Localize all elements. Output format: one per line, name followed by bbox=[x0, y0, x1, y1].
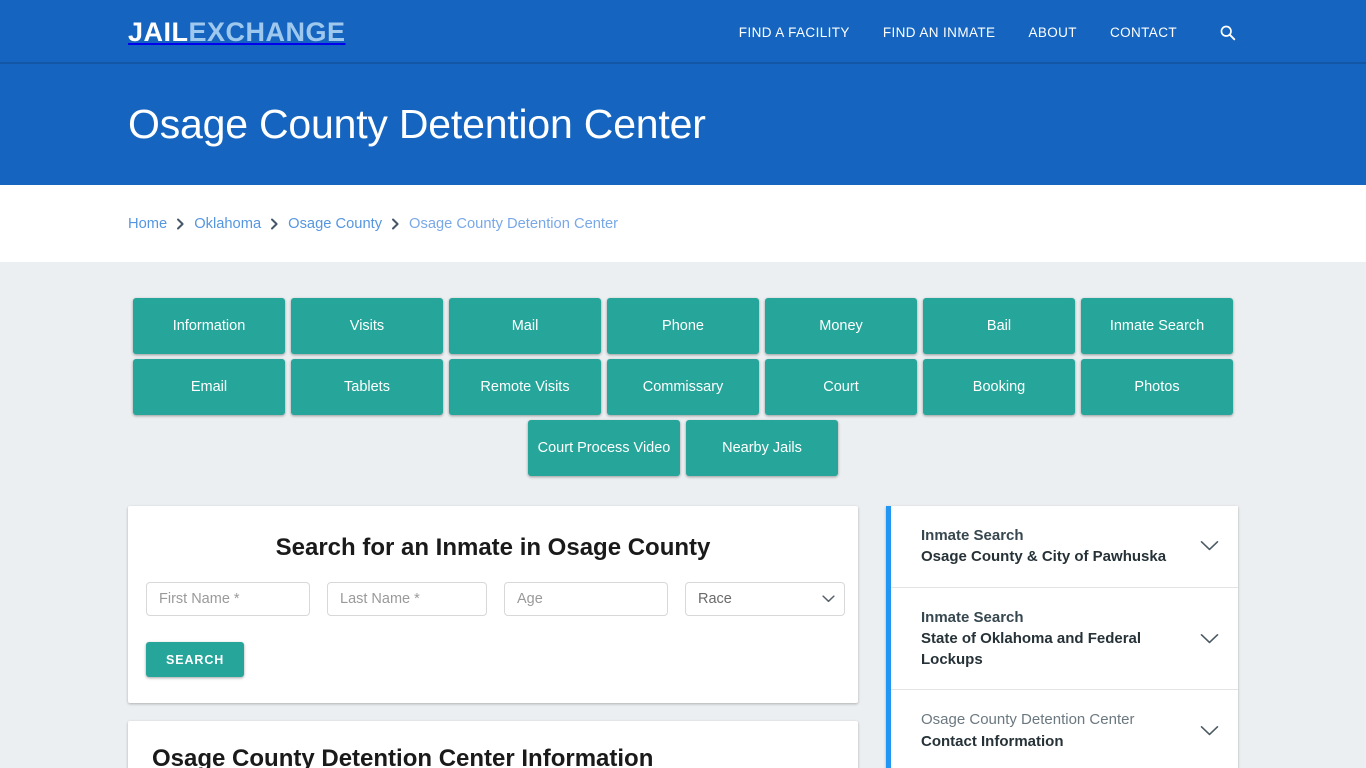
search-button[interactable]: SEARCH bbox=[146, 642, 245, 677]
inmate-search-form: Race bbox=[146, 582, 845, 616]
breadcrumb-item-home[interactable]: Home bbox=[128, 216, 167, 232]
breadcrumb-band: Home Oklahoma Osage County Osage County … bbox=[0, 185, 1366, 262]
tile-commissary[interactable]: Commissary bbox=[607, 359, 759, 415]
accordion-item-text: Osage County Detention Center Contact In… bbox=[921, 709, 1188, 752]
nav-item-contact[interactable]: CONTACT bbox=[1110, 25, 1177, 40]
tile-inmate-search[interactable]: Inmate Search bbox=[1081, 298, 1233, 354]
facility-information-card: Osage County Detention Center Informatio… bbox=[128, 721, 858, 768]
chevron-down-icon[interactable] bbox=[1198, 720, 1220, 742]
tile-email[interactable]: Email bbox=[133, 359, 285, 415]
sidebar-accordion: Inmate Search Osage County & City of Paw… bbox=[886, 506, 1238, 768]
tile-photos[interactable]: Photos bbox=[1081, 359, 1233, 415]
tile-court[interactable]: Court bbox=[765, 359, 917, 415]
race-select-wrapper: Race bbox=[685, 582, 845, 616]
tile-bail[interactable]: Bail bbox=[923, 298, 1075, 354]
nav-item-about[interactable]: ABOUT bbox=[1028, 25, 1077, 40]
breadcrumb-item-current: Osage County Detention Center bbox=[409, 215, 619, 232]
accordion-item-subtitle: Osage County & City of Pawhuska bbox=[921, 548, 1167, 566]
inmate-search-heading: Search for an Inmate in Osage County bbox=[275, 534, 711, 561]
site-logo[interactable]: JAILEXCHANGE bbox=[128, 16, 346, 47]
chevron-down-icon[interactable] bbox=[1198, 535, 1220, 557]
page-title-band: Osage County Detention Center bbox=[0, 64, 1366, 185]
left-column: Search for an Inmate in Osage County Rac… bbox=[128, 506, 858, 768]
tile-phone[interactable]: Phone bbox=[607, 298, 759, 354]
tile-court-process-video[interactable]: Court Process Video bbox=[528, 420, 680, 476]
tile-nearby-jails[interactable]: Nearby Jails bbox=[686, 420, 838, 476]
tile-mail[interactable]: Mail bbox=[449, 298, 601, 354]
chevron-right-icon bbox=[176, 218, 185, 230]
accordion-item-title: Osage County Detention Center bbox=[921, 711, 1135, 729]
chevron-down-icon[interactable] bbox=[1198, 628, 1220, 650]
accordion-item-title: Inmate Search bbox=[921, 608, 1024, 626]
main-content: Information Visits Mail Phone Money Bail… bbox=[0, 262, 1366, 768]
chevron-right-icon bbox=[270, 218, 279, 230]
accordion-item-contact-information[interactable]: Osage County Detention Center Contact In… bbox=[891, 690, 1238, 768]
inmate-search-card: Search for an Inmate in Osage County Rac… bbox=[128, 506, 858, 703]
age-input[interactable] bbox=[504, 582, 668, 616]
tile-visits[interactable]: Visits bbox=[291, 298, 443, 354]
page-title: Osage County Detention Center bbox=[128, 100, 706, 147]
chevron-right-icon bbox=[391, 218, 400, 230]
logo-text-secondary: EXCHANGE bbox=[188, 16, 346, 47]
search-icon[interactable] bbox=[1216, 21, 1238, 43]
nav-item-find-a-facility[interactable]: FIND A FACILITY bbox=[739, 25, 850, 40]
accordion-item-inmate-search-county[interactable]: Inmate Search Osage County & City of Paw… bbox=[891, 506, 1238, 588]
tile-information[interactable]: Information bbox=[133, 298, 285, 354]
right-column: Inmate Search Osage County & City of Paw… bbox=[886, 506, 1238, 768]
content-columns: Search for an Inmate in Osage County Rac… bbox=[128, 506, 1238, 768]
accordion-item-text: Inmate Search Osage County & City of Paw… bbox=[921, 525, 1188, 568]
facility-section-tiles: Information Visits Mail Phone Money Bail… bbox=[128, 298, 1238, 476]
accordion-item-title: Inmate Search bbox=[921, 527, 1024, 544]
first-name-input[interactable] bbox=[146, 582, 310, 616]
nav-item-find-an-inmate[interactable]: FIND AN INMATE bbox=[883, 25, 996, 40]
last-name-input[interactable] bbox=[327, 582, 487, 616]
tile-money[interactable]: Money bbox=[765, 298, 917, 354]
breadcrumb-item-oklahoma[interactable]: Oklahoma bbox=[194, 216, 261, 232]
accordion-item-subtitle: State of Oklahoma and Federal Lockups bbox=[921, 629, 1142, 669]
tile-tablets[interactable]: Tablets bbox=[291, 359, 443, 415]
accordion-item-text: Inmate Search State of Oklahoma and Fede… bbox=[921, 607, 1188, 671]
race-select[interactable]: Race bbox=[685, 582, 845, 616]
breadcrumb: Home Oklahoma Osage County Osage County … bbox=[128, 216, 618, 232]
tile-remote-visits[interactable]: Remote Visits bbox=[449, 359, 601, 415]
tile-booking[interactable]: Booking bbox=[923, 359, 1075, 415]
accordion-item-subtitle: Contact Information bbox=[921, 732, 1064, 750]
breadcrumb-item-osage-county[interactable]: Osage County bbox=[288, 216, 382, 232]
logo-text-primary: JAIL bbox=[128, 16, 189, 47]
main-navigation: FIND A FACILITY FIND AN INMATE ABOUT CON… bbox=[739, 21, 1238, 43]
facility-information-heading: Osage County Detention Center Informatio… bbox=[152, 745, 654, 768]
accordion-item-inmate-search-state[interactable]: Inmate Search State of Oklahoma and Fede… bbox=[891, 588, 1238, 691]
site-header: JAILEXCHANGE FIND A FACILITY FIND AN INM… bbox=[0, 0, 1366, 64]
